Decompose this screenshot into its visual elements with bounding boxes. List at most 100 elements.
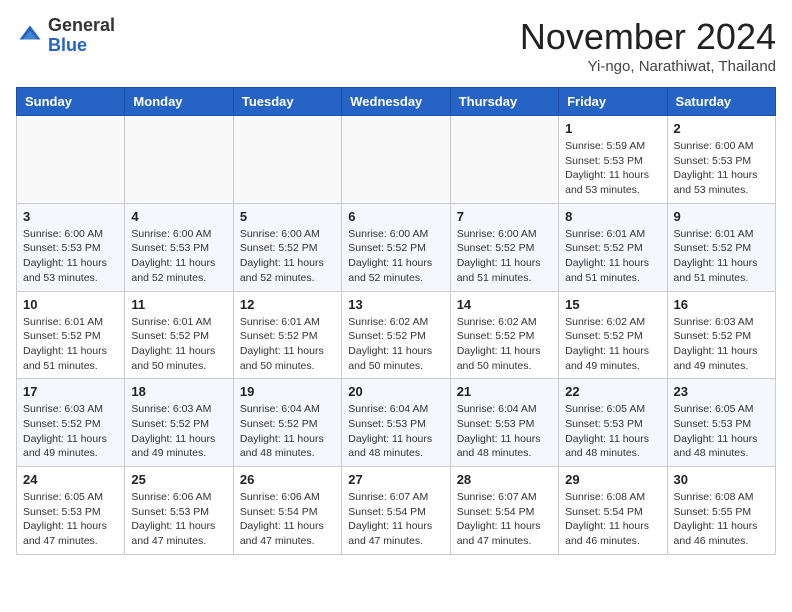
logo-line2: Blue (48, 36, 115, 56)
day-info: Sunrise: 6:03 AM Sunset: 5:52 PM Dayligh… (674, 315, 769, 374)
calendar-week-row: 1Sunrise: 5:59 AM Sunset: 5:53 PM Daylig… (17, 116, 776, 204)
day-info: Sunrise: 6:01 AM Sunset: 5:52 PM Dayligh… (23, 315, 118, 374)
day-info: Sunrise: 6:04 AM Sunset: 5:52 PM Dayligh… (240, 402, 335, 461)
calendar-cell: 26Sunrise: 6:06 AM Sunset: 5:54 PM Dayli… (233, 467, 341, 555)
day-info: Sunrise: 6:03 AM Sunset: 5:52 PM Dayligh… (23, 402, 118, 461)
day-info: Sunrise: 6:04 AM Sunset: 5:53 PM Dayligh… (348, 402, 443, 461)
day-number: 20 (348, 384, 443, 399)
day-info: Sunrise: 6:05 AM Sunset: 5:53 PM Dayligh… (565, 402, 660, 461)
day-number: 6 (348, 209, 443, 224)
day-number: 30 (674, 472, 769, 487)
calendar-cell: 16 Sunrise: 6:03 AM Sunset: 5:52 PM Dayli… (667, 291, 775, 379)
calendar-cell: 6 Sunrise: 6:00 AM Sunset: 5:52 PM Daylig… (342, 203, 450, 291)
day-number: 27 (348, 472, 443, 487)
day-info: Sunrise: 6:02 AM Sunset: 5:52 PM Dayligh… (348, 315, 443, 374)
day-number: 7 (457, 209, 552, 224)
location: Yi-ngo, Narathiwat, Thailand (520, 58, 776, 75)
day-number: 21 (457, 384, 552, 399)
day-info: Sunrise: 6:03 AM Sunset: 5:52 PM Dayligh… (131, 402, 226, 461)
day-number: 18 (131, 384, 226, 399)
calendar-cell: 30 Sunrise: 6:08 AM Sunset: 5:55 PM Dayli… (667, 467, 775, 555)
calendar-cell: 20 Sunrise: 6:04 AM Sunset: 5:53 PM Dayli… (342, 379, 450, 467)
day-info: Sunrise: 6:00 AM Sunset: 5:52 PM Dayligh… (348, 227, 443, 286)
calendar-cell: 19Sunrise: 6:04 AM Sunset: 5:52 PM Dayli… (233, 379, 341, 467)
calendar-cell: 11 Sunrise: 6:01 AM Sunset: 5:52 PM Dayli… (125, 291, 233, 379)
calendar-week-row: 17Sunrise: 6:03 AM Sunset: 5:52 PM Dayli… (17, 379, 776, 467)
weekday-header: Friday (559, 88, 667, 116)
day-info: Sunrise: 6:01 AM Sunset: 5:52 PM Dayligh… (565, 227, 660, 286)
day-number: 9 (674, 209, 769, 224)
day-number: 5 (240, 209, 335, 224)
page-header: General Blue November 2024 Yi-ngo, Narat… (16, 16, 776, 75)
day-info: Sunrise: 6:01 AM Sunset: 5:52 PM Dayligh… (131, 315, 226, 374)
calendar-cell (233, 116, 341, 204)
day-number: 24 (23, 472, 118, 487)
day-number: 25 (131, 472, 226, 487)
day-number: 23 (674, 384, 769, 399)
day-info: Sunrise: 6:00 AM Sunset: 5:53 PM Dayligh… (131, 227, 226, 286)
calendar-cell: 5 Sunrise: 6:00 AM Sunset: 5:52 PM Daylig… (233, 203, 341, 291)
logo: General Blue (16, 16, 115, 56)
weekday-header: Saturday (667, 88, 775, 116)
day-info: Sunrise: 6:00 AM Sunset: 5:52 PM Dayligh… (457, 227, 552, 286)
day-number: 11 (131, 297, 226, 312)
calendar-cell: 25 Sunrise: 6:06 AM Sunset: 5:53 PM Dayli… (125, 467, 233, 555)
day-number: 3 (23, 209, 118, 224)
weekday-header: Sunday (17, 88, 125, 116)
day-number: 13 (348, 297, 443, 312)
day-number: 4 (131, 209, 226, 224)
day-number: 12 (240, 297, 335, 312)
title-block: November 2024 Yi-ngo, Narathiwat, Thaila… (520, 16, 776, 75)
calendar-table: SundayMondayTuesdayWednesdayThursdayFrid… (16, 87, 776, 555)
calendar-cell: 29 Sunrise: 6:08 AM Sunset: 5:54 PM Dayli… (559, 467, 667, 555)
day-number: 10 (23, 297, 118, 312)
calendar-header-row: SundayMondayTuesdayWednesdayThursdayFrid… (17, 88, 776, 116)
calendar-cell: 7 Sunrise: 6:00 AM Sunset: 5:52 PM Daylig… (450, 203, 558, 291)
day-number: 29 (565, 472, 660, 487)
calendar-cell: 14Sunrise: 6:02 AM Sunset: 5:52 PM Dayli… (450, 291, 558, 379)
day-info: Sunrise: 6:02 AM Sunset: 5:52 PM Dayligh… (565, 315, 660, 374)
calendar-cell: 3 Sunrise: 6:00 AM Sunset: 5:53 PM Daylig… (17, 203, 125, 291)
calendar-cell: 8 Sunrise: 6:01 AM Sunset: 5:52 PM Daylig… (559, 203, 667, 291)
calendar-cell: 27 Sunrise: 6:07 AM Sunset: 5:54 PM Dayli… (342, 467, 450, 555)
day-number: 26 (240, 472, 335, 487)
day-info: Sunrise: 6:05 AM Sunset: 5:53 PM Dayligh… (23, 490, 118, 549)
day-info: Sunrise: 6:07 AM Sunset: 5:54 PM Dayligh… (348, 490, 443, 549)
weekday-header: Wednesday (342, 88, 450, 116)
calendar-cell: 4 Sunrise: 6:00 AM Sunset: 5:53 PM Daylig… (125, 203, 233, 291)
day-info: Sunrise: 6:07 AM Sunset: 5:54 PM Dayligh… (457, 490, 552, 549)
calendar-cell (450, 116, 558, 204)
calendar-week-row: 24 Sunrise: 6:05 AM Sunset: 5:53 PM Dayli… (17, 467, 776, 555)
month-title: November 2024 (520, 16, 776, 58)
logo-line1: General (48, 16, 115, 36)
calendar-cell: 23 Sunrise: 6:05 AM Sunset: 5:53 PM Dayli… (667, 379, 775, 467)
day-number: 8 (565, 209, 660, 224)
day-info: Sunrise: 6:02 AM Sunset: 5:52 PM Dayligh… (457, 315, 552, 374)
calendar-cell: 17Sunrise: 6:03 AM Sunset: 5:52 PM Dayli… (17, 379, 125, 467)
calendar-cell (125, 116, 233, 204)
calendar-cell: 1Sunrise: 5:59 AM Sunset: 5:53 PM Daylig… (559, 116, 667, 204)
day-number: 16 (674, 297, 769, 312)
calendar-cell (342, 116, 450, 204)
calendar-cell: 9 Sunrise: 6:01 AM Sunset: 5:52 PM Daylig… (667, 203, 775, 291)
weekday-header: Monday (125, 88, 233, 116)
calendar-cell: 10 Sunrise: 6:01 AM Sunset: 5:52 PM Dayli… (17, 291, 125, 379)
calendar-week-row: 3 Sunrise: 6:00 AM Sunset: 5:53 PM Daylig… (17, 203, 776, 291)
day-number: 22 (565, 384, 660, 399)
calendar-cell: 12Sunrise: 6:01 AM Sunset: 5:52 PM Dayli… (233, 291, 341, 379)
day-number: 2 (674, 121, 769, 136)
day-info: Sunrise: 6:00 AM Sunset: 5:52 PM Dayligh… (240, 227, 335, 286)
calendar-cell: 18 Sunrise: 6:03 AM Sunset: 5:52 PM Dayli… (125, 379, 233, 467)
day-info: Sunrise: 6:00 AM Sunset: 5:53 PM Dayligh… (674, 139, 769, 198)
day-info: Sunrise: 6:06 AM Sunset: 5:53 PM Dayligh… (131, 490, 226, 549)
day-info: Sunrise: 6:05 AM Sunset: 5:53 PM Dayligh… (674, 402, 769, 461)
day-info: Sunrise: 6:08 AM Sunset: 5:54 PM Dayligh… (565, 490, 660, 549)
day-number: 15 (565, 297, 660, 312)
day-number: 28 (457, 472, 552, 487)
calendar-cell: 21Sunrise: 6:04 AM Sunset: 5:53 PM Dayli… (450, 379, 558, 467)
day-info: Sunrise: 6:08 AM Sunset: 5:55 PM Dayligh… (674, 490, 769, 549)
day-info: Sunrise: 6:01 AM Sunset: 5:52 PM Dayligh… (674, 227, 769, 286)
day-number: 1 (565, 121, 660, 136)
calendar-cell (17, 116, 125, 204)
day-info: Sunrise: 6:00 AM Sunset: 5:53 PM Dayligh… (23, 227, 118, 286)
